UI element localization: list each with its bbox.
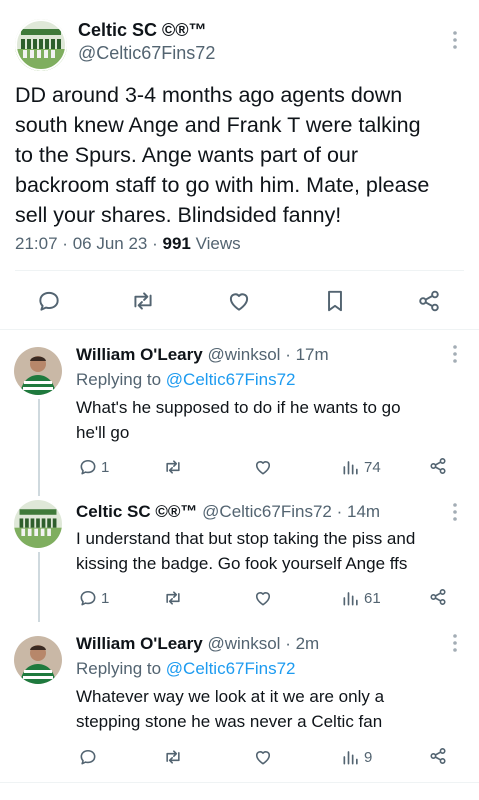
- like-icon[interactable]: [226, 288, 252, 314]
- retweet-button[interactable]: [163, 456, 186, 478]
- reply-time[interactable]: 2m: [296, 634, 320, 653]
- thread-line: [38, 399, 40, 494]
- reply-author: Celtic SC ©®™ @Celtic67Fins72 · 14m: [76, 502, 380, 522]
- reply-author: William O'Leary @winksol · 17m: [76, 345, 329, 365]
- retweet-icon: [166, 460, 180, 474]
- like-button[interactable]: [253, 456, 276, 478]
- author-handle[interactable]: @winksol: [207, 634, 280, 653]
- author-name[interactable]: William O'Leary: [76, 634, 203, 653]
- replying-to: Replying to @Celtic67Fins72: [76, 659, 296, 679]
- reply-button[interactable]: 1: [78, 587, 109, 609]
- retweet-icon: [166, 591, 180, 605]
- more-options-icon[interactable]: [447, 502, 463, 522]
- reply-time[interactable]: 17m: [296, 345, 329, 364]
- replying-to-label: Replying to: [76, 659, 162, 678]
- reply-button[interactable]: [78, 746, 101, 768]
- main-tweet: Celtic SC ©®™ @Celtic67Fins72 DD around …: [0, 0, 479, 330]
- replying-to-link[interactable]: @Celtic67Fins72: [166, 370, 296, 389]
- views-count: 991: [162, 234, 191, 253]
- avatar[interactable]: [14, 500, 62, 548]
- divider: [15, 270, 464, 271]
- views-icon: [343, 592, 358, 606]
- thread-line: [38, 486, 40, 496]
- tweet-time[interactable]: 21:07: [15, 234, 58, 253]
- meta-separator: ·: [152, 234, 158, 253]
- reply-time[interactable]: 14m: [347, 502, 380, 521]
- avatar[interactable]: [15, 19, 67, 71]
- reply-text: What's he supposed to do if he wants to …: [76, 398, 401, 442]
- more-options-icon[interactable]: [447, 30, 463, 50]
- author-name[interactable]: William O'Leary: [76, 345, 203, 364]
- replying-to-link[interactable]: @Celtic67Fins72: [166, 659, 296, 678]
- like-icon: [255, 751, 271, 765]
- share-icon[interactable]: [428, 587, 448, 607]
- team-photo-avatar-icon: [15, 19, 67, 71]
- reply-author: William O'Leary @winksol · 2m: [76, 634, 319, 654]
- like-button[interactable]: [253, 746, 276, 768]
- meta-separator: ·: [285, 634, 291, 653]
- reply-count: 1: [101, 589, 110, 607]
- replying-to-label: Replying to: [76, 370, 162, 389]
- author-handle[interactable]: @Celtic67Fins72: [78, 43, 215, 64]
- views-button[interactable]: 9: [341, 746, 372, 768]
- retweet-button[interactable]: [163, 746, 186, 768]
- thread-line: [38, 552, 40, 622]
- author-handle[interactable]: @winksol: [207, 345, 280, 364]
- reply-icon: [80, 459, 96, 475]
- meta-separator: ·: [285, 345, 291, 364]
- team-photo-avatar-icon: [14, 500, 62, 548]
- avatar[interactable]: [14, 347, 62, 395]
- retweet-button[interactable]: [163, 587, 186, 609]
- views-icon: [343, 751, 358, 765]
- view-count: 61: [364, 589, 381, 607]
- bookmark-icon[interactable]: [322, 288, 348, 314]
- like-icon: [255, 592, 271, 606]
- views-button[interactable]: 61: [341, 587, 381, 609]
- reply-tweet[interactable]: William O'Leary @winksol · 2m Replying t…: [0, 622, 479, 792]
- player-photo-avatar-icon: [14, 636, 62, 684]
- view-count: 9: [364, 748, 373, 766]
- like-icon: [255, 461, 271, 475]
- reply-text: Whatever way we look at it we are only a…: [76, 687, 385, 731]
- view-count: 74: [364, 458, 381, 476]
- meta-separator: ·: [336, 502, 343, 521]
- player-photo-avatar-icon: [14, 347, 62, 395]
- reply-count: 1: [101, 458, 110, 476]
- retweet-icon[interactable]: [130, 288, 156, 314]
- author-name[interactable]: Celtic SC ©®™: [76, 502, 197, 521]
- reply-icon: [80, 749, 96, 765]
- avatar[interactable]: [14, 636, 62, 684]
- divider: [0, 782, 479, 783]
- author-name[interactable]: Celtic SC ©®™: [78, 20, 207, 41]
- replying-to: Replying to @Celtic67Fins72: [76, 370, 296, 390]
- meta-separator: ·: [62, 234, 68, 253]
- reply-tweet[interactable]: William O'Leary @winksol · 17m Replying …: [0, 331, 479, 494]
- more-options-icon[interactable]: [447, 633, 463, 653]
- reply-tweet[interactable]: Celtic SC ©®™ @Celtic67Fins72 · 14m I un…: [0, 486, 479, 622]
- reply-text: I understand that but stop taking the pi…: [76, 529, 416, 573]
- reply-icon: [80, 590, 96, 606]
- tweet-text: DD around 3-4 months ago agents down sou…: [15, 83, 430, 227]
- more-options-icon[interactable]: [447, 344, 463, 364]
- views-icon: [343, 461, 358, 475]
- reply-button[interactable]: 1: [78, 456, 109, 478]
- author-handle[interactable]: @Celtic67Fins72: [202, 502, 332, 521]
- tweet-date[interactable]: 06 Jun 23: [73, 234, 148, 253]
- views-button[interactable]: 74: [341, 456, 381, 478]
- tweet-meta: 21:07 · 06 Jun 23 · 991 Views: [15, 234, 241, 254]
- share-icon[interactable]: [428, 456, 448, 476]
- share-icon[interactable]: [428, 746, 448, 766]
- like-button[interactable]: [253, 587, 276, 609]
- retweet-icon: [166, 750, 180, 764]
- share-icon[interactable]: [416, 288, 442, 314]
- views-label: Views: [195, 234, 241, 253]
- reply-icon[interactable]: [36, 288, 62, 314]
